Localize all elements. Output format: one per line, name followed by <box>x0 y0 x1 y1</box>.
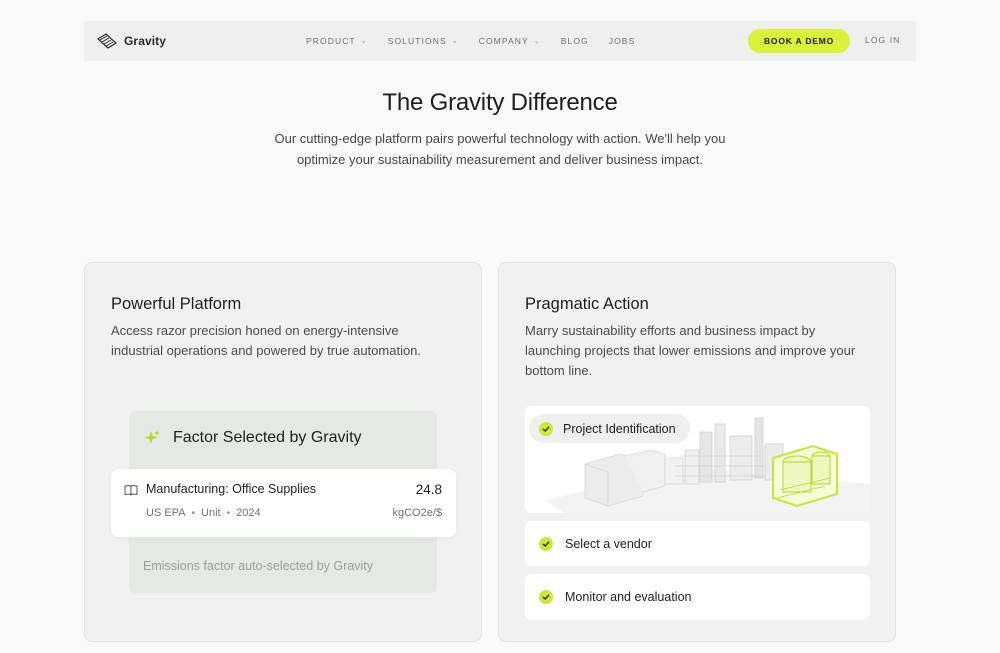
nav-blog[interactable]: BLOG <box>561 36 589 46</box>
factor-value: 24.8 <box>415 482 442 497</box>
step-label: Monitor and evaluation <box>565 589 692 604</box>
card-description: Marry sustainability efforts and busines… <box>525 323 856 378</box>
nav-blog-label: BLOG <box>560 36 589 46</box>
powerful-platform-card: Powerful Platform Access razor precision… <box>84 262 482 642</box>
top-navigation: Gravity PRODUCT ⌄ SOLUTIONS ⌄ COMPANY ⌄ … <box>84 21 916 61</box>
chevron-down-icon: ⌄ <box>533 38 541 45</box>
book-icon <box>124 484 138 496</box>
factor-panel-header: Factor Selected by Gravity <box>143 429 362 447</box>
check-icon <box>539 536 553 551</box>
factor-name: Manufacturing: Office Supplies <box>146 482 317 496</box>
nav-company-label: COMPANY <box>478 36 529 46</box>
nav-jobs[interactable]: JOBS <box>609 36 636 46</box>
pragmatic-action-card: Pragmatic Action Marry sustainability ef… <box>498 262 896 642</box>
check-icon <box>539 421 553 436</box>
brand[interactable]: Gravity <box>96 31 166 51</box>
sparkle-icon <box>144 430 160 444</box>
step-monitor-evaluation[interactable]: Monitor and evaluation <box>525 574 870 619</box>
nav-solutions-label: SOLUTIONS <box>387 36 447 46</box>
chevron-down-icon: ⌄ <box>360 38 368 45</box>
factor-note: Emissions factor auto-selected by Gravit… <box>143 559 373 573</box>
hero-subtitle: Our cutting-edge platform pairs powerful… <box>274 131 726 167</box>
page-title: The Gravity Difference <box>382 89 618 116</box>
brand-name: Gravity <box>124 34 167 48</box>
gravity-logo-icon <box>97 33 117 49</box>
factor-year: 2024 <box>236 507 261 519</box>
factor-source: US EPA <box>146 507 186 519</box>
card-title: Powerful Platform <box>111 295 242 313</box>
book-demo-button[interactable]: BOOK A DEMO <box>748 29 850 53</box>
factor-panel-title: Factor Selected by Gravity <box>173 429 362 446</box>
nav-product-label: PRODUCT <box>306 36 356 46</box>
nav-solutions[interactable]: SOLUTIONS ⌄ <box>388 36 459 46</box>
step-label: Select a vendor <box>565 536 652 551</box>
nav-company[interactable]: COMPANY ⌄ <box>479 36 541 46</box>
card-title: Pragmatic Action <box>525 295 649 313</box>
nav-jobs-label: JOBS <box>608 36 636 46</box>
card-description: Access razor precision honed on energy-i… <box>111 323 422 358</box>
emission-factor-card[interactable]: Manufacturing: Office Supplies 24.8 US E… <box>111 469 456 537</box>
project-identification-panel[interactable]: Project Identification <box>525 406 870 513</box>
separator-dot: • <box>226 507 231 519</box>
login-link[interactable]: LOG IN <box>865 35 900 45</box>
factor-unit: kgCO2e/$ <box>392 507 442 519</box>
step-select-vendor[interactable]: Select a vendor <box>525 521 870 566</box>
step-label: Project Identification <box>563 421 676 436</box>
check-icon <box>539 589 553 604</box>
chevron-down-icon: ⌄ <box>451 38 459 45</box>
factor-type: Unit <box>201 507 221 519</box>
step-project-identification[interactable]: Project Identification <box>529 414 690 443</box>
factor-meta: US EPA • Unit • 2024 <box>146 507 261 519</box>
nav-product[interactable]: PRODUCT ⌄ <box>306 36 368 46</box>
nav-links: PRODUCT ⌄ SOLUTIONS ⌄ COMPANY ⌄ BLOG JOB… <box>306 21 655 61</box>
separator-dot: • <box>191 507 196 519</box>
